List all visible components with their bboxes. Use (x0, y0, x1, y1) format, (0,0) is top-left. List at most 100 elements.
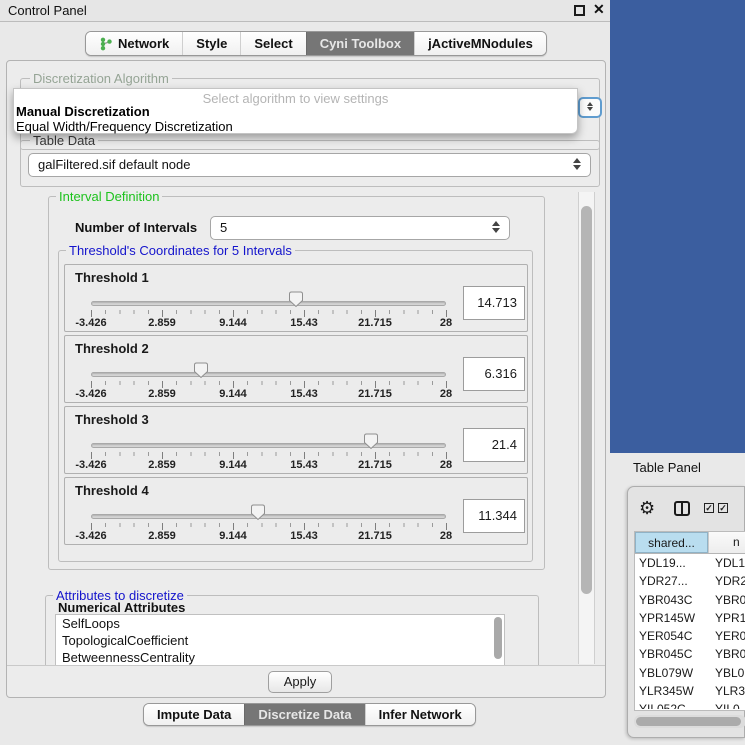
slider-tick-labels: -3.4262.8599.14415.4321.71528 (91, 459, 448, 472)
table-row[interactable]: YER054CYER0 (635, 627, 745, 645)
panel-scrollbar-thumb[interactable] (581, 206, 592, 594)
table-row[interactable]: YBR043CYBR0 (635, 591, 745, 609)
close-icon[interactable]: ✕ (593, 1, 605, 18)
slider-track[interactable] (91, 372, 446, 377)
tab-label: Network (118, 36, 169, 51)
cell-shared-name[interactable]: YBR045C (635, 645, 708, 663)
cell-name[interactable]: YBR0 (708, 591, 745, 609)
stepper-icon (573, 158, 582, 170)
checkbox-icon[interactable]: ✓ (718, 503, 728, 513)
slider-tick-labels: -3.4262.8599.14415.4321.71528 (91, 317, 448, 330)
panel-scrollbar-track[interactable] (578, 192, 595, 664)
apply-button[interactable]: Apply (268, 671, 332, 693)
option-equal-width-frequency[interactable]: Equal Width/Frequency Discretization (16, 119, 233, 134)
cell-shared-name[interactable]: YBL079W (635, 664, 708, 682)
tab-label: Discretize Data (258, 707, 351, 722)
table-row[interactable]: YIL052CYIL0 (635, 700, 745, 709)
number-of-intervals-label: Number of Intervals (75, 220, 197, 235)
table-row[interactable]: YDL19...YDL1 (635, 554, 745, 572)
checkbox-icon[interactable]: ✓ (704, 503, 714, 513)
table-data-value: galFiltered.sif default node (38, 157, 190, 172)
split-view-icon[interactable] (674, 501, 690, 516)
attribute-list-item[interactable]: TopologicalCoefficient (56, 632, 504, 649)
tick-label: 21.715 (358, 388, 392, 400)
tab-discretize-data[interactable]: Discretize Data (244, 704, 364, 725)
table-row[interactable]: YPR145WYPR1 (635, 609, 745, 627)
slider-thumb[interactable] (363, 433, 379, 450)
tick-label: 28 (440, 388, 452, 400)
cell-name[interactable]: YLR3 (708, 682, 745, 700)
cell-name[interactable]: YBR0 (708, 645, 745, 663)
threshold-2-row: Threshold 2 -3.4262.8599.14415.4321.7152… (64, 335, 528, 403)
table-hscrollbar[interactable] (634, 715, 745, 728)
tick-label: 15.43 (290, 388, 318, 400)
tick-label: 2.859 (148, 459, 176, 471)
cell-name[interactable]: YER0 (708, 627, 745, 645)
tab-infer-network[interactable]: Infer Network (365, 704, 475, 725)
cell-name[interactable]: YPR1 (708, 609, 745, 627)
tick-label: 2.859 (148, 530, 176, 542)
cytoscape-desktop: GAL80GACGAL11GAL4GCY1HHAP2 (610, 0, 745, 453)
interval-definition-group-label: Interval Definition (56, 189, 162, 204)
gear-icon[interactable]: ⚙ (639, 498, 655, 519)
slider-thumb[interactable] (288, 291, 304, 308)
table-row[interactable]: YDR27...YDR2 (635, 572, 745, 590)
tick-label: 9.144 (219, 530, 247, 542)
tab-style[interactable]: Style (182, 32, 240, 55)
table-row[interactable]: YBL079WYBL0 (635, 664, 745, 682)
threshold-value-field[interactable]: 21.4 (463, 428, 525, 462)
option-manual-discretization[interactable]: Manual Discretization (16, 104, 150, 119)
slider-track[interactable] (91, 301, 446, 306)
threshold-4-row: Threshold 4 -3.4262.8599.14415.4321.7152… (64, 477, 528, 545)
slider-track[interactable] (91, 443, 446, 448)
tick-label: 15.43 (290, 530, 318, 542)
attribute-list-item[interactable]: SelfLoops (56, 615, 504, 632)
table-panel-window: ⚙ ✓ ✓ shared... n YDL19...YDL1YDR27...YD… (627, 486, 745, 738)
table-row[interactable]: YLR345WYLR3 (635, 682, 745, 700)
tab-cyni-toolbox[interactable]: Cyni Toolbox (306, 32, 414, 55)
divider (7, 665, 605, 666)
tick-label: -3.426 (75, 530, 106, 542)
number-of-intervals-combobox[interactable]: 5 (210, 216, 510, 240)
threshold-value-field[interactable]: 14.713 (463, 286, 525, 320)
control-panel-titlebar: Control Panel ✕ (0, 0, 612, 22)
table-header-row: shared... n (635, 532, 745, 554)
tab-impute-data[interactable]: Impute Data (144, 704, 244, 725)
cell-shared-name[interactable]: YPR145W (635, 609, 708, 627)
cell-name[interactable]: YDL1 (708, 554, 745, 572)
cell-shared-name[interactable]: YDL19... (635, 554, 708, 572)
float-panel-icon[interactable] (574, 5, 585, 16)
tab-jactivemnodules[interactable]: jActiveMNodules (414, 32, 546, 55)
threshold-label: Threshold 1 (75, 270, 149, 285)
attribute-list-item[interactable]: BetweennessCentrality (56, 649, 504, 665)
numerical-attributes-list: SelfLoopsTopologicalCoefficientBetweenne… (55, 614, 505, 665)
cell-shared-name[interactable]: YBR043C (635, 591, 708, 609)
tick-label: -3.426 (75, 388, 106, 400)
tick-label: 15.43 (290, 459, 318, 471)
threshold-value-field[interactable]: 11.344 (463, 499, 525, 533)
slider-thumb[interactable] (250, 504, 266, 521)
cell-shared-name[interactable]: YDR27... (635, 572, 708, 590)
tab-select[interactable]: Select (240, 32, 305, 55)
numerical-attributes-label: Numerical Attributes (58, 600, 185, 615)
column-header-shared[interactable]: shared... (635, 532, 708, 553)
table-hscrollbar-thumb[interactable] (636, 717, 741, 726)
cell-name[interactable]: YBL0 (708, 664, 745, 682)
cell-name[interactable]: YDR2 (708, 572, 745, 590)
tick-label: 28 (440, 530, 452, 542)
table-data-combobox[interactable]: galFiltered.sif default node (28, 153, 591, 177)
slider-thumb[interactable] (193, 362, 209, 379)
threshold-label: Threshold 4 (75, 483, 149, 498)
column-header-name[interactable]: n (708, 532, 745, 553)
cell-name[interactable]: YIL0 (708, 700, 745, 709)
algorithm-combobox[interactable] (578, 97, 602, 118)
slider-track[interactable] (91, 514, 446, 519)
cell-shared-name[interactable]: YER054C (635, 627, 708, 645)
table-panel-title: Table Panel (633, 457, 701, 479)
table-row[interactable]: YBR045CYBR0 (635, 645, 745, 663)
cell-shared-name[interactable]: YIL052C (635, 700, 708, 709)
cell-shared-name[interactable]: YLR345W (635, 682, 708, 700)
threshold-value-field[interactable]: 6.316 (463, 357, 525, 391)
tab-network[interactable]: Network (86, 32, 182, 55)
list-scrollbar[interactable] (494, 617, 502, 659)
